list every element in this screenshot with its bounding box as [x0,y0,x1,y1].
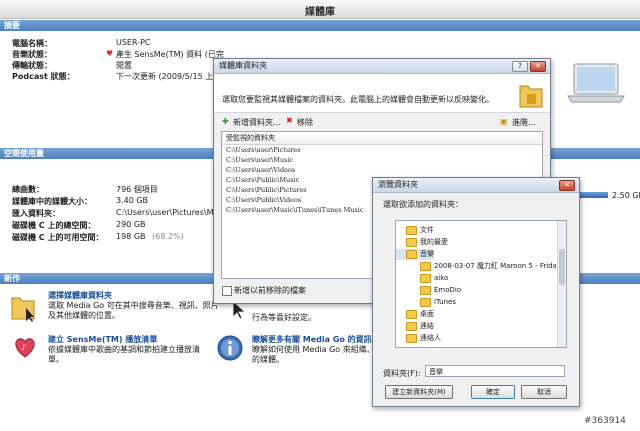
library-size-label: 媒體庫中的媒體大小： [12,197,92,206]
new-folder-button[interactable]: 建立新資料夾(M) [385,385,453,399]
laptop-icon [566,62,626,104]
svg-text:♪: ♪ [21,343,26,352]
tree-item[interactable]: EmoDio [396,285,461,296]
disk-total-value: 290 GB [116,220,146,229]
dialog1-header-panel: 選取您要監視其媒體檔案的資料夾。此電腦上的媒體會自動更新以反映變化。 [214,74,550,113]
tree-item[interactable]: 桌面 [396,309,434,320]
folder-icon [420,273,431,283]
transfer-status-label: 傳輸狀態： [12,61,52,70]
tree-item[interactable]: iTunes [396,297,456,308]
tree-item-label: 桌面 [420,310,434,318]
total-tracks-label: 總曲數： [12,185,44,194]
choose-library-folder-desc2: 及其他媒體的位置。 [48,311,120,320]
podcast-status-label: Podcast 狀態： [12,72,75,81]
app-title: 媒體庫 [305,7,335,18]
create-sensme-desc2: 單。 [48,355,64,364]
re-add-checkbox[interactable] [222,286,232,296]
heart-icon: ♥ [106,49,114,58]
tree-item-label: 我的最愛 [420,238,448,246]
re-add-checkbox-label: 新增以前移除的檔案 [234,286,306,295]
total-tracks-value: 796 個項目 [116,185,158,194]
disk-free-label: 磁碟機 C 上的可用空間： [12,233,104,242]
app-header: 媒體庫 [0,0,640,19]
browse-close-button[interactable]: ✕ [559,180,575,191]
advanced-button[interactable]: 進階... [512,117,536,128]
folder-icon [420,285,431,295]
preferences-desc: 行為等喜好設定。 [252,313,316,322]
tree-item-label: 音樂 [420,250,434,258]
folder-icon [406,333,417,343]
tree-item[interactable]: 連絡人 [396,333,441,344]
remove-button[interactable]: 移除 [297,117,313,128]
tree-item-label: EmoDio [434,286,462,294]
close-button[interactable]: ✕ [530,61,546,72]
watermark: #363914 [584,416,626,426]
watched-folder-item[interactable]: C:\Users\user\Pictures [222,145,542,155]
folder-icon [10,292,36,322]
learn-more-desc2: 的媒體。 [252,355,284,364]
tree-item-label: 2008-03-07 魔力紅 Maroon 5 - Friday [434,262,556,270]
create-sensme-desc1: 依據媒體庫中歌曲的基調和節拍建立播放清 [48,345,200,354]
cancel-button[interactable]: 取消 [521,385,567,399]
tree-item[interactable]: 音樂 [396,249,434,260]
summary-section-header: 摘要 [0,20,640,31]
tree-scrollbar-thumb[interactable] [559,249,565,285]
folder-icon [406,309,417,319]
folder-tree[interactable]: 文件我的最愛音樂 2008-03-07 魔力紅 Maroon 5 - Friday… [395,220,567,348]
tree-item-label: 連結 [420,322,434,330]
tree-item[interactable]: 文件 [396,225,434,236]
help-button[interactable]: ? [512,61,528,72]
folder-name-input[interactable]: 音樂 [425,365,565,377]
folder-icon [406,237,417,247]
browse-folder-titlebar: 瀏覽資料夾 ✕ [373,178,579,193]
folder-icon [406,321,417,331]
library-folders-titlebar: 媒體庫資料夾 ? ✕ [214,59,550,74]
tree-item[interactable]: 我的最愛 [396,237,448,248]
library-folder-icon [518,80,544,110]
usage-bar [578,192,608,198]
remove-icon[interactable]: ✖ [286,116,293,125]
tree-item[interactable]: 2008-03-07 魔力紅 Maroon 5 - Friday [396,261,556,272]
computer-name-label: 電腦名稱： [12,39,52,48]
podcast-status-value: 下一次更新 (2009/5/15 上午 [116,72,222,81]
library-folders-title: 媒體庫資料夾 [219,61,267,70]
advanced-icon[interactable]: ▣ [500,117,508,126]
dialog1-instruction: 選取您要監視其媒體檔案的資料夾。此電腦上的媒體會自動更新以反映變化。 [222,95,494,104]
tree-item-label: 文件 [420,226,434,234]
music-status-label: 音樂狀態： [12,50,52,59]
add-folder-button[interactable]: 新增資料夾... [233,117,281,128]
folder-icon [420,297,431,307]
folder-icon [406,249,417,259]
usage-bar-label: 2.50 GB [612,191,640,200]
tree-scrollbar[interactable] [557,221,566,347]
watched-folder-item[interactable]: C:\Users\user\Videos [222,165,542,175]
sensme-heart-icon: ♪ [12,334,38,360]
watched-folder-item[interactable]: C:\Users\user\Music [222,155,542,165]
computer-name-value: USER-PC [116,38,151,47]
disk-total-label: 磁碟機 C 上的總空間： [12,221,96,230]
info-icon [216,334,244,362]
browse-instruction: 選取欲添加的資料夾： [383,200,463,209]
library-size-value: 3.40 GB [116,196,149,205]
folder-field-label: 資料夾(F): [383,369,421,378]
disk-free-value: 198 GB [116,232,146,241]
tree-item[interactable]: 連結 [396,321,434,332]
tree-item-label: aiko [434,274,449,282]
folder-icon [406,225,417,235]
transfer-status-value: 閒置 [116,61,132,70]
import-folder-label: 匯入資料夾： [12,209,60,218]
watched-folders-header: 受監視的資料夾 [222,132,542,145]
add-folder-icon[interactable]: ✚ [222,117,229,126]
browse-folder-dialog: 瀏覽資料夾 ✕ 選取欲添加的資料夾： 文件 我的最愛 音樂 2008-03-07 魔力… [372,177,580,407]
music-status-value: 產生 SensMe(TM) 資料 (已完 [116,50,224,59]
tree-item[interactable]: aiko [396,273,448,284]
folder-icon [420,261,431,271]
tree-item-label: 連絡人 [420,334,441,342]
browse-folder-title: 瀏覽資料夾 [378,180,418,189]
ok-button[interactable]: 確定 [471,385,515,399]
disk-free-percent: (68.2%) [152,232,184,241]
tree-item-label: iTunes [434,298,456,306]
